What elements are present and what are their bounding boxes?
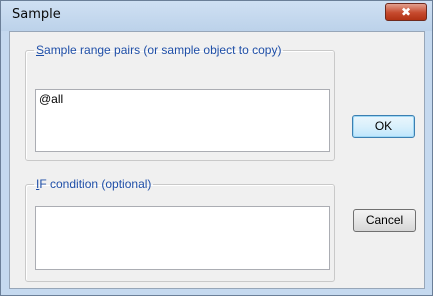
if-condition-label: IF condition (optional): [36, 177, 152, 191]
dialog-client-area: Sample range pairs (or sample object to …: [9, 31, 425, 289]
title-bar[interactable]: Sample ✖: [1, 1, 432, 31]
close-button[interactable]: ✖: [385, 3, 427, 21]
sample-dialog-window: Sample ✖ Sample range pairs (or sample o…: [0, 0, 433, 296]
window-title: Sample: [12, 7, 61, 22]
sample-range-input[interactable]: [35, 89, 330, 152]
if-condition-input[interactable]: [35, 206, 330, 270]
ok-button[interactable]: OK: [352, 115, 415, 138]
sample-range-label: Sample range pairs (or sample object to …: [36, 43, 282, 57]
close-icon: ✖: [400, 5, 412, 19]
cancel-button[interactable]: Cancel: [353, 209, 416, 232]
